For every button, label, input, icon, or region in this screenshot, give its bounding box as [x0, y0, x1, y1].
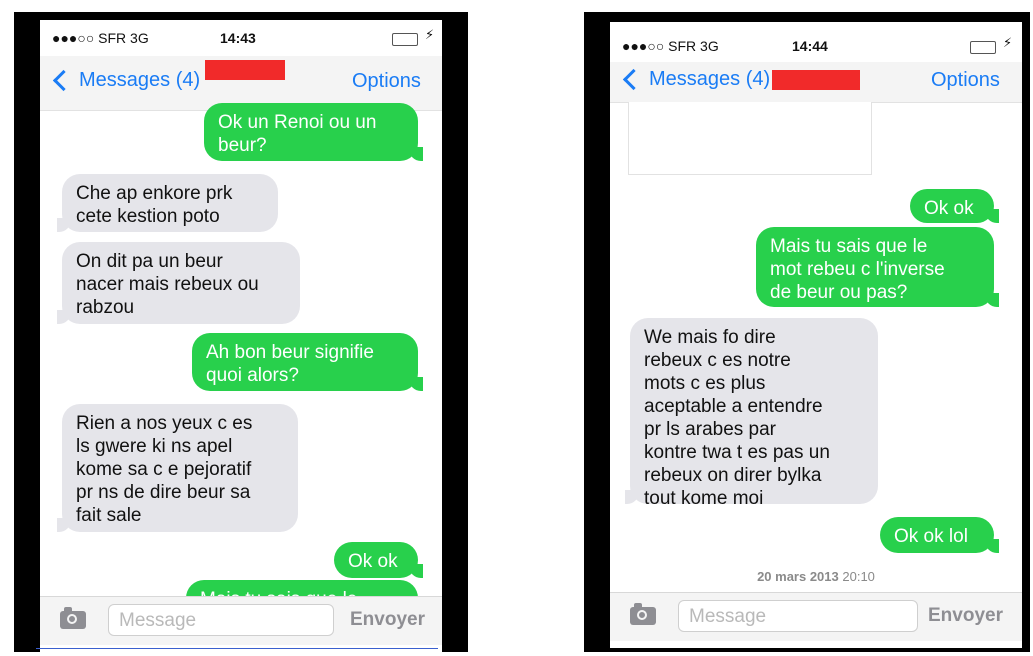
options-button[interactable]: Options [352, 70, 421, 93]
back-button[interactable]: Messages (4) [52, 69, 200, 92]
nav-bar: Messages (4) Options [610, 62, 1022, 103]
back-button[interactable]: Messages (4) [622, 68, 770, 91]
back-label: Messages (4) [649, 68, 771, 90]
carrier-signal: ●●●○○ SFR 3G [622, 38, 719, 54]
message-bubble-incoming: We mais fo dire rebeux c es notre mots c… [625, 318, 878, 509]
status-bar: ●●●○○ SFR 3G 14:43 ⚡ [40, 20, 442, 56]
chevron-left-icon [52, 69, 75, 92]
status-bar: ●●●○○ SFR 3G 14:44 ⚡ [610, 22, 1022, 58]
left-phone-bottom-rule [36, 648, 438, 649]
clock: 14:43 [220, 30, 256, 46]
send-button[interactable]: Envoyer [350, 609, 425, 631]
camera-icon[interactable] [60, 607, 86, 629]
message-input[interactable]: Message [108, 604, 334, 636]
battery-icon [970, 41, 996, 54]
chevron-left-icon [622, 68, 645, 91]
charging-icon: ⚡ [425, 27, 435, 42]
redacted-contact-name [772, 70, 860, 90]
compose-bar: Message Envoyer [610, 592, 1022, 641]
battery-icon [392, 33, 418, 46]
message-bubble-outgoing: Ah bon beur signifie quoi alors? [192, 333, 423, 391]
right-phone-screen: ●●●○○ SFR 3G 14:44 ⚡ Messages (4) Option… [610, 22, 1022, 648]
message-bubble-outgoing: Ok ok lol [880, 517, 999, 553]
message-bubble-incoming: Che ap enkore prk cete kestion poto [57, 174, 278, 232]
camera-icon[interactable] [630, 603, 656, 625]
left-phone-screen: ●●●○○ SFR 3G 14:43 ⚡ Messages (4) Option… [40, 20, 442, 652]
message-bubble-incoming: On dit pa un beur nacer mais rebeux ou r… [57, 242, 300, 324]
send-button[interactable]: Envoyer [928, 605, 1003, 627]
message-bubble-outgoing: Ok ok [334, 542, 423, 578]
back-label: Messages (4) [79, 69, 201, 91]
clock: 14:44 [792, 38, 828, 54]
redacted-contact-name [205, 60, 285, 80]
carrier-signal: ●●●○○ SFR 3G [52, 30, 149, 46]
message-timestamp: 20 mars 2013 20:10 [610, 569, 1022, 584]
charging-icon: ⚡ [1003, 35, 1013, 50]
message-bubble-outgoing: Ok ok [910, 189, 999, 223]
timestamp-time: 20:10 [842, 569, 875, 584]
message-bubble-outgoing: Ok un Renoi ou un beur? [204, 103, 423, 161]
message-input[interactable]: Message [678, 600, 918, 632]
image-attachment[interactable] [628, 102, 872, 175]
compose-bar: Message Envoyer [40, 596, 442, 645]
message-bubble-incoming: Rien a nos yeux c es ls gwere ki ns apel… [57, 404, 298, 532]
options-button[interactable]: Options [931, 69, 1000, 92]
message-bubble-outgoing: Mais tu sais que le mot rebeu c l'invers… [756, 227, 999, 307]
timestamp-date: 20 mars 2013 [757, 569, 839, 584]
